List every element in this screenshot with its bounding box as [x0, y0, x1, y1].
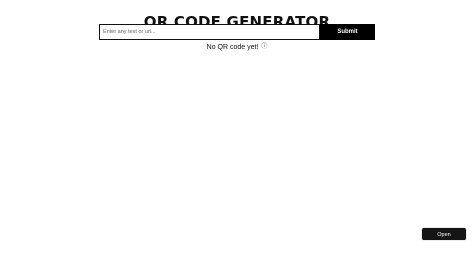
status-text: No QR code yet!	[206, 44, 259, 51]
status-message: No QR code yet! ⓘ	[0, 43, 474, 52]
info-icon: ⓘ	[261, 44, 268, 50]
qr-generator-app: QR CODE GENERATOR Submit No QR code yet!…	[0, 0, 474, 250]
text-input[interactable]	[99, 24, 320, 40]
qr-form: Submit	[99, 24, 375, 40]
open-sandbox-button[interactable]: Open Sandbox	[422, 228, 466, 250]
submit-button[interactable]: Submit	[320, 24, 375, 40]
